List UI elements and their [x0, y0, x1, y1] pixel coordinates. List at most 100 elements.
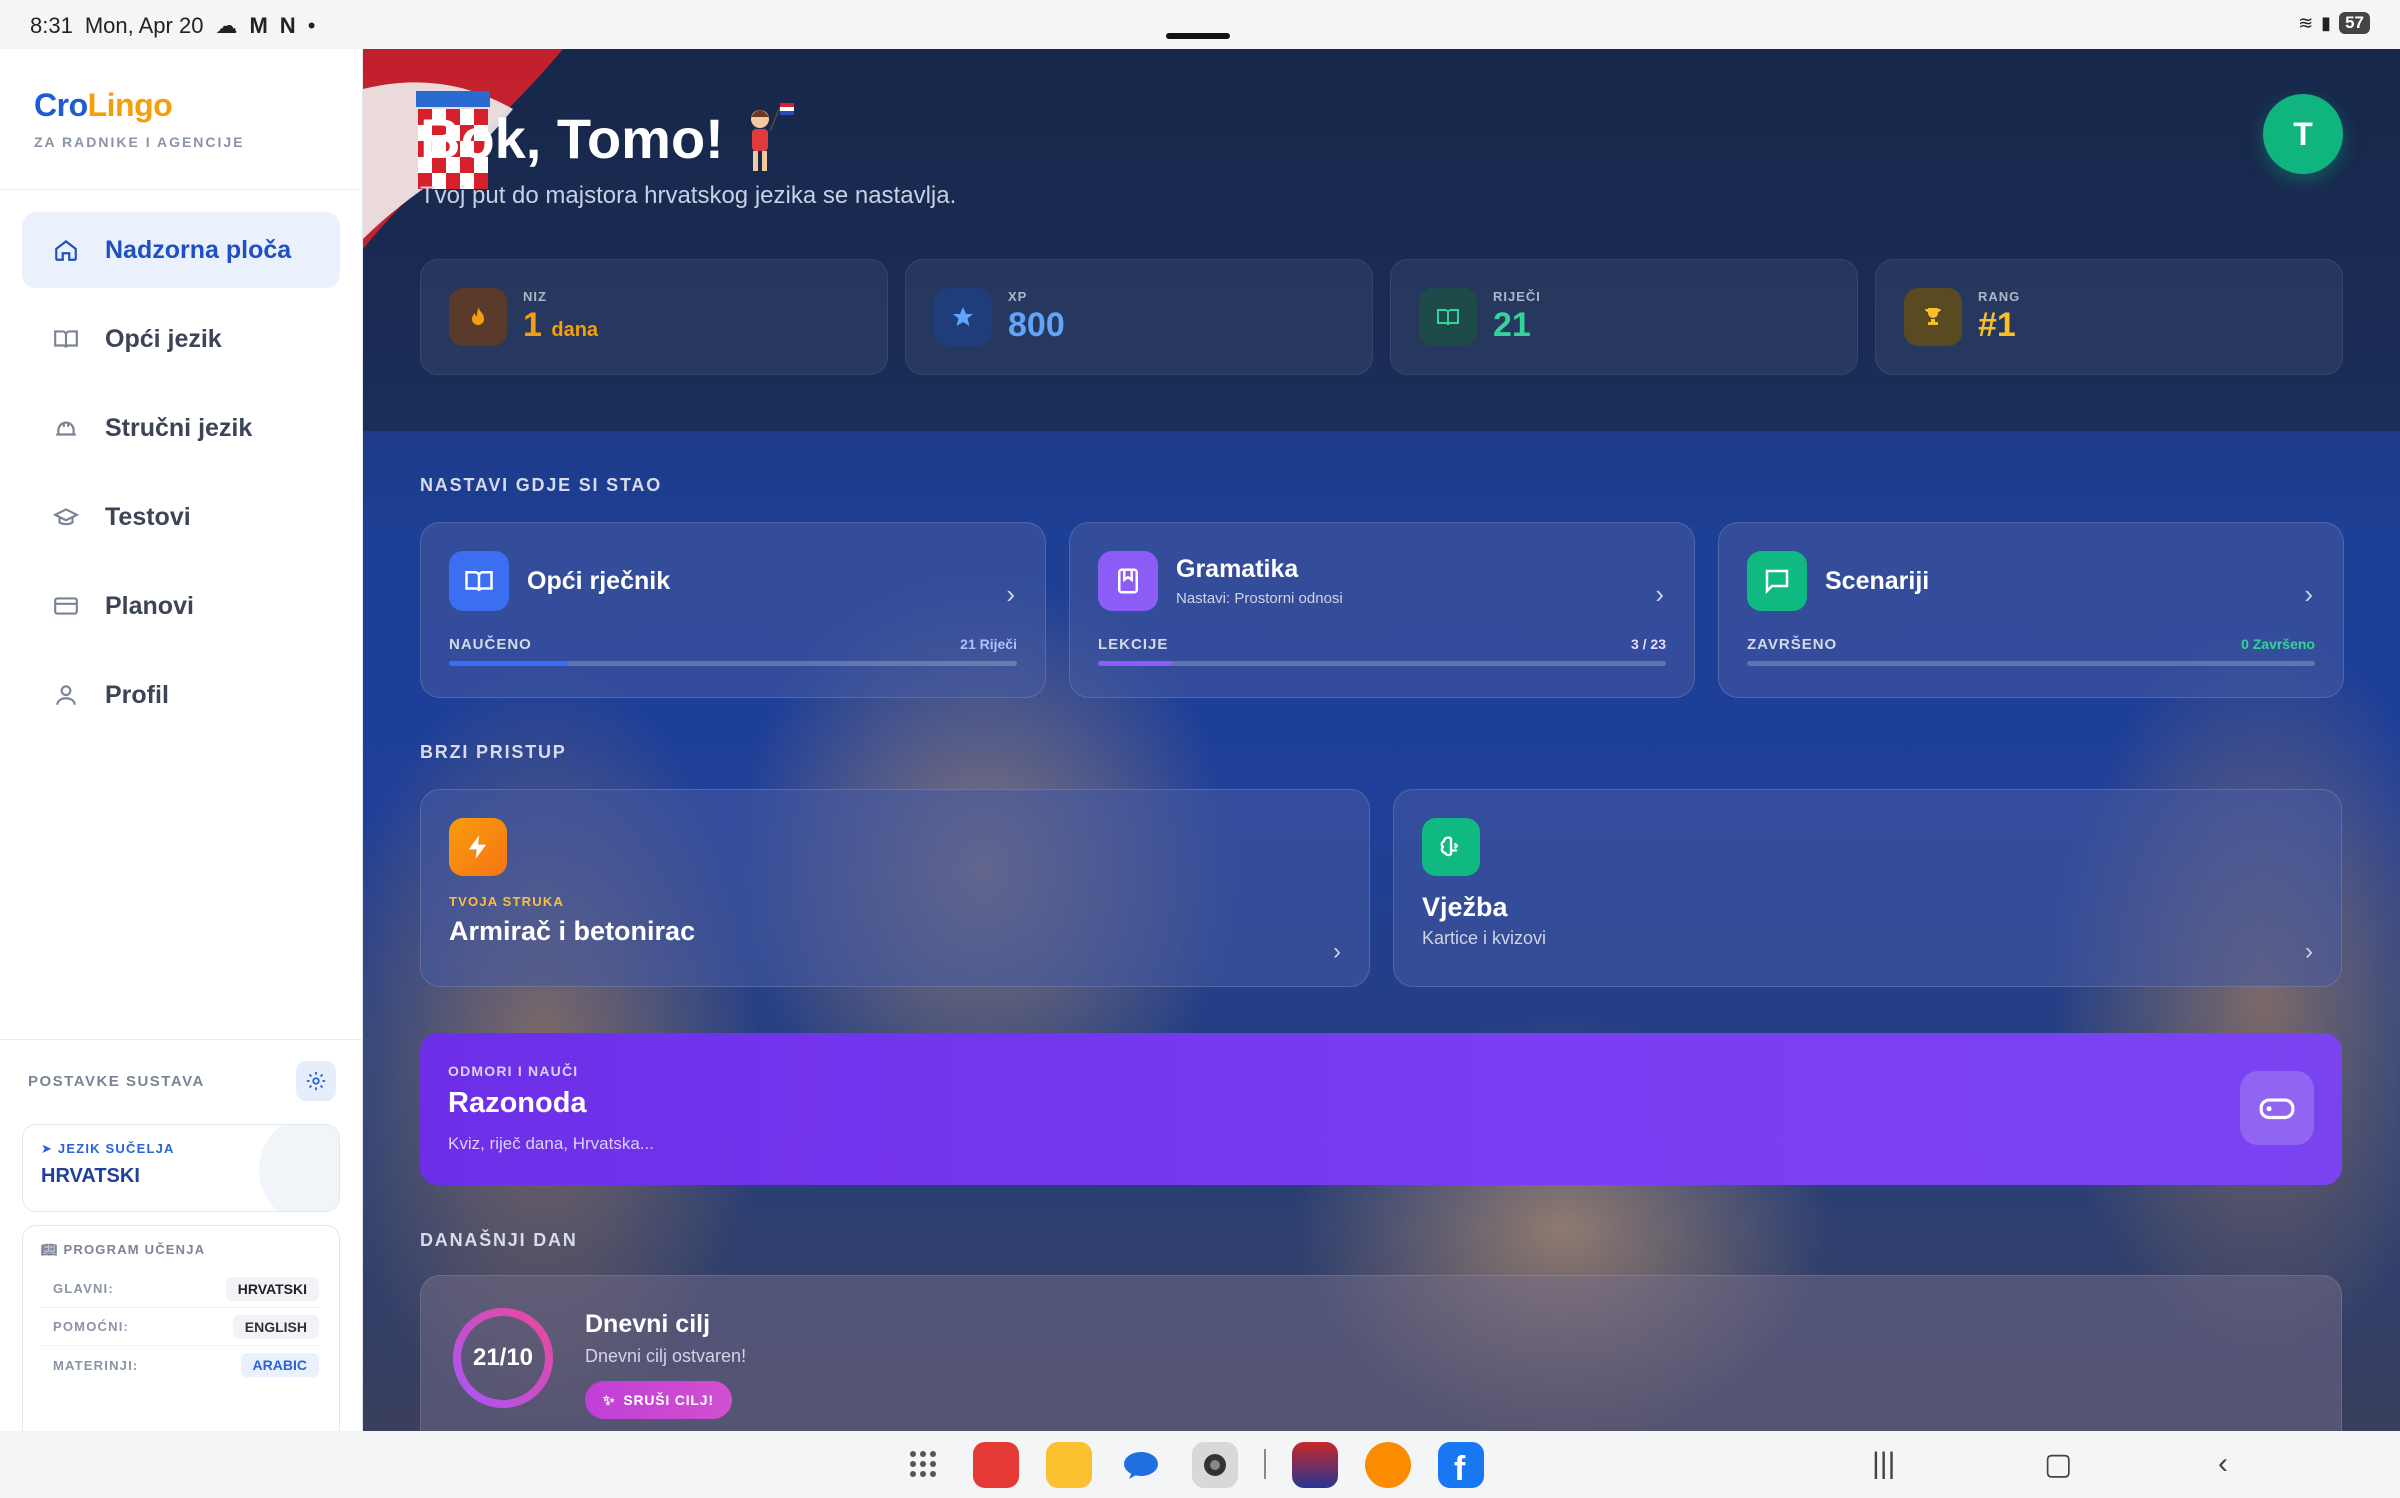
chevron-right-icon: › [1655, 579, 1664, 609]
gamepad-button[interactable] [2240, 1071, 2314, 1145]
avatar[interactable]: T [2263, 94, 2343, 174]
continue-card-grammar[interactable]: Gramatika Nastavi: Prostorni odnosi › LE… [1069, 522, 1695, 698]
home-icon [52, 236, 80, 264]
settings-button[interactable] [296, 1061, 336, 1101]
cursor-icon: ➤ [41, 1141, 58, 1156]
status-date: Mon, Apr 20 [84, 13, 204, 38]
graduation-cap-icon [52, 503, 80, 531]
stat-label: XP [1008, 289, 1028, 304]
sidebar-item-general-language[interactable]: Opći jezik [22, 301, 340, 377]
sidebar-item-dashboard[interactable]: Nadzorna ploča [22, 212, 340, 288]
sidebar-nav: Nadzorna ploča Opći jezik Stručni jezik … [22, 212, 340, 746]
quick-card-practice[interactable]: Vježba Kartice i kvizovi › [1393, 789, 2342, 987]
progress-fill [449, 661, 569, 666]
book-icon: 📖︎ [41, 1242, 64, 1257]
program-row-auxiliary[interactable]: POMOĆNI: ENGLISH [41, 1308, 321, 1346]
messages-app-icon[interactable] [1118, 1442, 1164, 1488]
lightning-icon [449, 818, 507, 876]
star-icon [934, 288, 992, 346]
app-drawer-icon[interactable] [910, 1451, 936, 1477]
quick-card-trade[interactable]: TVOJA STRUKA Armirač i betonirac › [420, 789, 1370, 987]
main-content: Bok, Tomo! Tvoj put do majstora hrvatsko… [363, 49, 2400, 1431]
book-icon [1419, 288, 1477, 346]
card-foot-value: 0 Završeno [2241, 636, 2315, 652]
battery-icon: 57 [2339, 12, 2370, 34]
notes-app-icon[interactable] [973, 1442, 1019, 1488]
crolingo-app-icon[interactable] [1292, 1442, 1338, 1488]
divider [0, 1039, 363, 1040]
sidebar-item-label: Testovi [105, 502, 191, 531]
files-app-icon[interactable] [1046, 1442, 1092, 1488]
card-title: Scenariji [1825, 566, 1930, 595]
back-icon[interactable]: ‹ [2218, 1447, 2228, 1481]
divider [1264, 1449, 1266, 1479]
netflix-icon: N [279, 13, 296, 38]
book-icon [449, 551, 509, 611]
gamepad-icon [2259, 1098, 2295, 1120]
helmet-icon [52, 414, 80, 442]
program-row-native[interactable]: MATERINJI: ARABIC [41, 1346, 321, 1384]
stat-value: 800 [1008, 306, 1065, 344]
card-foot-value: 21 Riječi [960, 636, 1017, 652]
continue-card-vocabulary[interactable]: Opći rječnik › NAUČENO 21 Riječi [420, 522, 1046, 698]
divider [0, 189, 363, 190]
learning-program-card: 📖︎ PROGRAM UČENJA GLAVNI: HRVATSKI POMOĆ… [22, 1225, 340, 1455]
progress-track [1098, 661, 1666, 666]
program-row-main[interactable]: GLAVNI: HRVATSKI [41, 1270, 321, 1308]
status-time: 8:31 [30, 13, 73, 38]
section-title-continue: NASTAVI GDJE SI STAO [420, 475, 663, 495]
camera-app-icon[interactable] [1192, 1442, 1238, 1488]
wifi-icon: ≋ [2298, 12, 2314, 33]
logo: CroLingo [34, 87, 173, 123]
card-foot-label: LEKCIJE [1098, 636, 1169, 653]
mail-icon: M [249, 13, 268, 38]
tips-app-icon[interactable] [1365, 1442, 1411, 1488]
facebook-app-icon[interactable]: f [1438, 1442, 1484, 1488]
stat-card-streak: NIZ 1 dana [420, 259, 888, 375]
recent-apps-icon[interactable]: ||| [1872, 1447, 1895, 1481]
bookmark-book-icon [1098, 551, 1158, 611]
stat-label: NIZ [523, 289, 547, 304]
brain-icon [1422, 818, 1480, 876]
brand[interactable]: CroLingo ZA RADNIKE I AGENCIJE [34, 87, 245, 150]
user-icon [52, 681, 80, 709]
program-row-value: HRVATSKI [225, 1276, 319, 1301]
learning-program-label: 📖︎ PROGRAM UČENJA [41, 1242, 206, 1257]
stat-value: 21 [1493, 306, 1531, 344]
stat-card-rank: RANG #1 [1875, 259, 2343, 375]
cloud-icon: ☁ [215, 13, 238, 38]
continue-card-scenarios[interactable]: Scenariji › ZAVRŠENO 0 Završeno [1718, 522, 2344, 698]
sidebar-item-label: Opći jezik [105, 324, 222, 353]
sidebar-item-label: Profil [105, 680, 169, 709]
trophy-icon [1904, 288, 1962, 346]
decorative-blob [259, 1125, 339, 1211]
brand-subtitle: ZA RADNIKE I AGENCIJE [34, 134, 245, 150]
sidebar-item-profile[interactable]: Profil [22, 657, 340, 733]
sidebar-item-plans[interactable]: Planovi [22, 568, 340, 644]
break-goal-button[interactable]: ✨︎ SRUŠI CILJ! [585, 1381, 732, 1419]
stat-label: RANG [1978, 289, 2021, 304]
sidebar-item-label: Planovi [105, 591, 194, 620]
card-subtitle: Nastavi: Prostorni odnosi [1176, 590, 1343, 607]
sparkle-icon: ✨︎ [603, 1391, 616, 1408]
sidebar-item-professional-language[interactable]: Stručni jezik [22, 390, 340, 466]
drag-handle[interactable] [1166, 33, 1230, 39]
fun-banner[interactable]: ODMORI I NAUČI Razonoda Kviz, riječ dana… [420, 1033, 2342, 1185]
taskbar: f ||| ▢ ‹ [0, 1431, 2400, 1498]
svg-text:f: f [1454, 1450, 1466, 1488]
signal-icon: ▮ [2321, 12, 2332, 33]
program-row-value: ARABIC [240, 1353, 319, 1377]
sidebar-item-label: Nadzorna ploča [105, 235, 292, 264]
card-title: Opći rječnik [527, 566, 671, 595]
practice-subtitle: Kartice i kvizovi [1422, 928, 1547, 948]
home-button-icon[interactable]: ▢ [2044, 1447, 2072, 1482]
sidebar-item-tests[interactable]: Testovi [22, 479, 340, 555]
card-icon [52, 592, 80, 620]
interface-language-card[interactable]: ➤ JEZIK SUČELJA HRVATSKI [22, 1124, 340, 1212]
section-title-today: DANAŠNJI DAN [420, 1230, 578, 1250]
stat-card-words: RIJEČI 21 [1390, 259, 1858, 375]
settings-header: POSTAVKE SUSTAVA [28, 1061, 336, 1101]
program-row-key: POMOĆNI: [53, 1319, 130, 1334]
fun-subtitle: Kviz, riječ dana, Hrvatska... [448, 1134, 654, 1153]
goal-ring-value: 21/10 [472, 1344, 534, 1371]
